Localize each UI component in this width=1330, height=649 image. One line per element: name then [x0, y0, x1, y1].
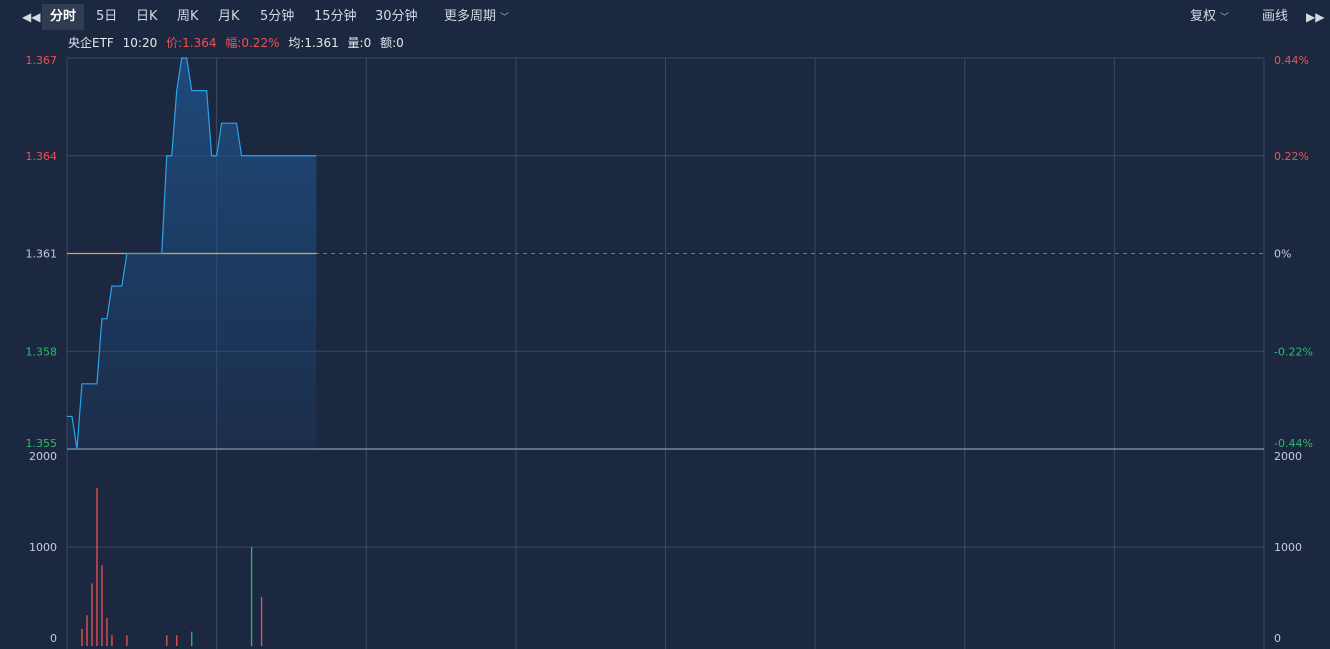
quote-time: 10:20: [122, 36, 158, 50]
quote-change: 幅:0.22%: [225, 36, 280, 50]
volume-bar: [96, 487, 98, 646]
tab-intraday[interactable]: 分时: [42, 4, 85, 30]
tab-30min[interactable]: 30分钟: [367, 4, 426, 30]
quote-price: 价:1.364: [166, 36, 217, 50]
percent-tick-label: -0.22%: [1274, 345, 1313, 358]
volume-bar: [191, 631, 193, 646]
scroll-right-icon[interactable]: ▶▶: [1306, 4, 1324, 30]
price-tick-label: 1.367: [26, 54, 58, 67]
volume-bar: [166, 635, 168, 646]
volume-series: [81, 487, 263, 646]
more-periods-dropdown[interactable]: 更多周期 ﹀: [436, 4, 517, 30]
volume-bar: [260, 597, 263, 646]
volume-tick-label: 2000: [29, 450, 57, 463]
price-tick-label: 1.364: [26, 150, 58, 163]
intraday-chart: 1.367 1.364 1.361 1.358 1.355 0.44% 0.22% 0% -0.…: [26, 54, 1313, 649]
tab-monthly-k[interactable]: 月K: [210, 4, 248, 30]
draw-line-button[interactable]: 画线: [1254, 4, 1296, 30]
tab-weekly-k[interactable]: 周K: [169, 4, 207, 30]
quote-info-bar: 央企ETF 10:20 价:1.364 幅:0.22% 均:1.361 量:0 …: [68, 34, 409, 52]
volume-bar: [101, 565, 103, 646]
volume-bar: [86, 615, 88, 646]
volume-tick-label-right: 0: [1274, 632, 1281, 645]
volume-bar: [111, 635, 113, 646]
quote-volume: 量:0: [347, 36, 372, 50]
volume-bar: [81, 628, 83, 646]
volume-bar: [250, 547, 253, 646]
volume-bar: [176, 635, 178, 646]
volume-tick-label: 0: [50, 632, 57, 645]
percent-tick-label: 0.22%: [1274, 150, 1309, 163]
chevron-down-icon: ﹀: [500, 13, 510, 23]
volume-tick-label-right: 2000: [1274, 450, 1302, 463]
price-tick-label: 1.355: [26, 437, 58, 450]
percent-tick-label: 0%: [1274, 248, 1291, 261]
volume-tick-label: 1000: [29, 541, 57, 554]
fuquan-label: 复权: [1190, 9, 1217, 24]
tab-daily-k[interactable]: 日K: [128, 4, 166, 30]
percent-tick-label: -0.44%: [1274, 437, 1313, 450]
quote-amount: 额:0: [380, 36, 404, 50]
quote-average: 均:1.361: [288, 36, 339, 50]
scroll-left-icon[interactable]: ◀◀: [22, 4, 40, 30]
tab-5min[interactable]: 5分钟: [252, 4, 302, 30]
tab-15min[interactable]: 15分钟: [306, 4, 365, 30]
fuquan-dropdown[interactable]: 复权 ﹀: [1182, 4, 1237, 30]
tab-5day[interactable]: 5日: [88, 4, 125, 30]
volume-bar: [126, 635, 128, 646]
more-periods-label: 更多周期: [444, 9, 497, 24]
price-tick-label: 1.361: [26, 248, 58, 261]
price-tick-label: 1.358: [26, 345, 58, 358]
security-name: 央企ETF: [68, 36, 114, 50]
chevron-down-icon: ﹀: [1220, 13, 1230, 23]
volume-bar: [106, 617, 108, 646]
period-toolbar: ◀◀ 分时 5日 日K 周K 月K 5分钟 15分钟 30分钟 更多周期 ﹀ 复权…: [0, 0, 1330, 33]
percent-tick-label: 0.44%: [1274, 54, 1309, 67]
volume-bar: [91, 583, 93, 646]
volume-tick-label-right: 1000: [1274, 541, 1302, 554]
